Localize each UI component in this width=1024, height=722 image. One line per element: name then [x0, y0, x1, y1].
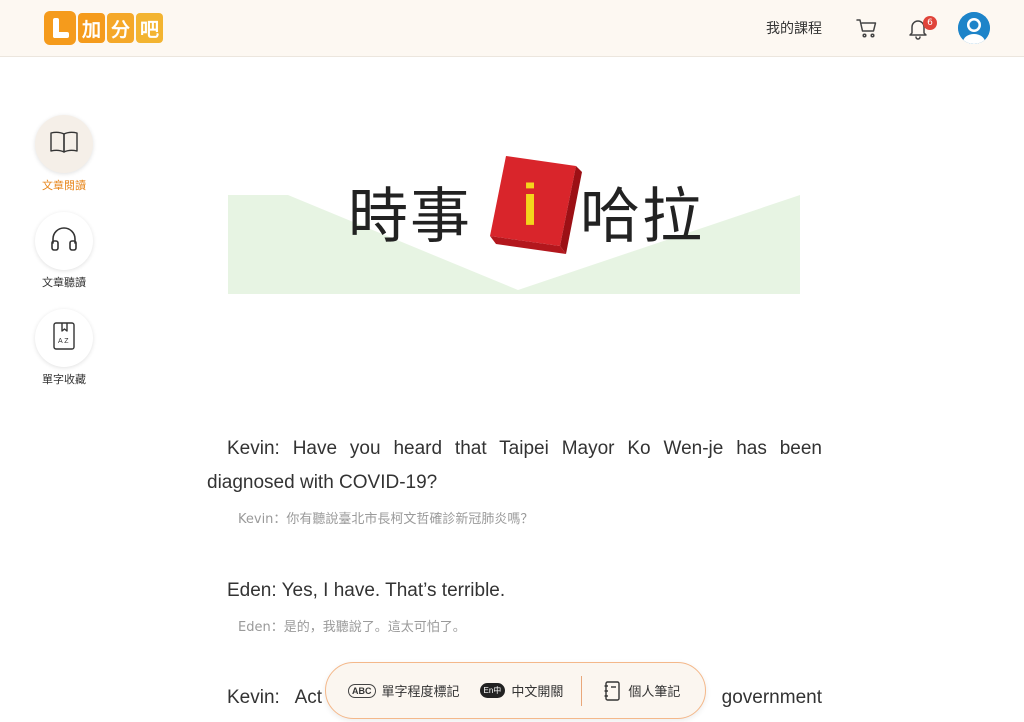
article-banner: 時事 i 哈拉	[228, 150, 800, 294]
banner-right-text: 哈拉	[580, 182, 704, 252]
sidebar-item-reading[interactable]: 文章閱讀	[34, 115, 94, 193]
top-header: 加 分 吧 我的課程 6	[0, 0, 1024, 57]
notebook-icon	[604, 680, 621, 701]
notification-badge: 6	[923, 16, 937, 30]
banner-left-text: 時事	[348, 182, 472, 252]
sidebar-item-label: 文章聽讀	[42, 276, 86, 289]
sidebar-item-listening[interactable]: 文章聽讀	[34, 212, 94, 290]
chinese-translation: Eden：是的，我聽說了。這太可怕了。	[238, 620, 466, 635]
my-courses-link[interactable]: 我的課程	[766, 18, 822, 38]
logo-char-3: 吧	[136, 13, 163, 43]
personal-notes-button[interactable]: 個人筆記	[604, 680, 681, 701]
banner-i-letter: i	[522, 173, 539, 238]
toolbar-divider	[581, 675, 583, 706]
article-paragraph-2: Eden: Yes, I have. That’s terrible. Eden…	[207, 574, 822, 635]
logo-char-2: 分	[107, 13, 134, 43]
english-sentence-partial[interactable]: Kevin: Act	[227, 681, 322, 715]
user-avatar[interactable]	[958, 12, 990, 44]
english-sentence[interactable]: Eden: Yes, I have. That’s terrible.	[207, 574, 822, 608]
en-zh-icon: En中	[479, 683, 506, 698]
sidebar-item-label: 單字收藏	[42, 373, 86, 386]
article-paragraph-1: Kevin: Have you heard that Taipei Mayor …	[207, 432, 822, 527]
chinese-toggle-label: 中文開關	[511, 685, 564, 700]
reading-toolbar: ABC 單字程度標記 En中 中文開關 個人筆記	[325, 662, 706, 719]
chinese-translation: Kevin：你有聽說臺北市長柯文哲確診新冠肺炎嗎？	[238, 512, 534, 527]
bookmark-az-icon: A Z	[51, 321, 77, 355]
side-circle-vocab: A Z	[35, 309, 93, 367]
vocab-level-button[interactable]: ABC 單字程度標記	[348, 681, 460, 700]
english-sentence-partial-end[interactable]: government	[722, 681, 822, 715]
side-circle-reading	[35, 115, 93, 173]
book-icon	[49, 129, 79, 159]
chinese-toggle-button[interactable]: En中 中文開關	[479, 681, 564, 700]
vocab-level-label: 單字程度標記	[381, 685, 460, 700]
sidebar-item-vocab[interactable]: A Z 單字收藏	[34, 309, 94, 387]
notes-label: 個人筆記	[628, 685, 681, 700]
abc-icon: ABC	[348, 683, 376, 698]
site-logo[interactable]: 加 分 吧	[44, 10, 163, 46]
english-sentence[interactable]: Kevin: Have you heard that Taipei Mayor …	[207, 432, 822, 500]
sidebar-item-label: 文章閱讀	[42, 179, 86, 192]
cart-icon[interactable]	[856, 17, 878, 39]
side-circle-listening	[35, 212, 93, 270]
headphones-icon	[49, 225, 79, 257]
logo-l-mark	[44, 11, 76, 45]
svg-text:A Z: A Z	[58, 338, 69, 345]
logo-char-1: 加	[78, 13, 105, 43]
